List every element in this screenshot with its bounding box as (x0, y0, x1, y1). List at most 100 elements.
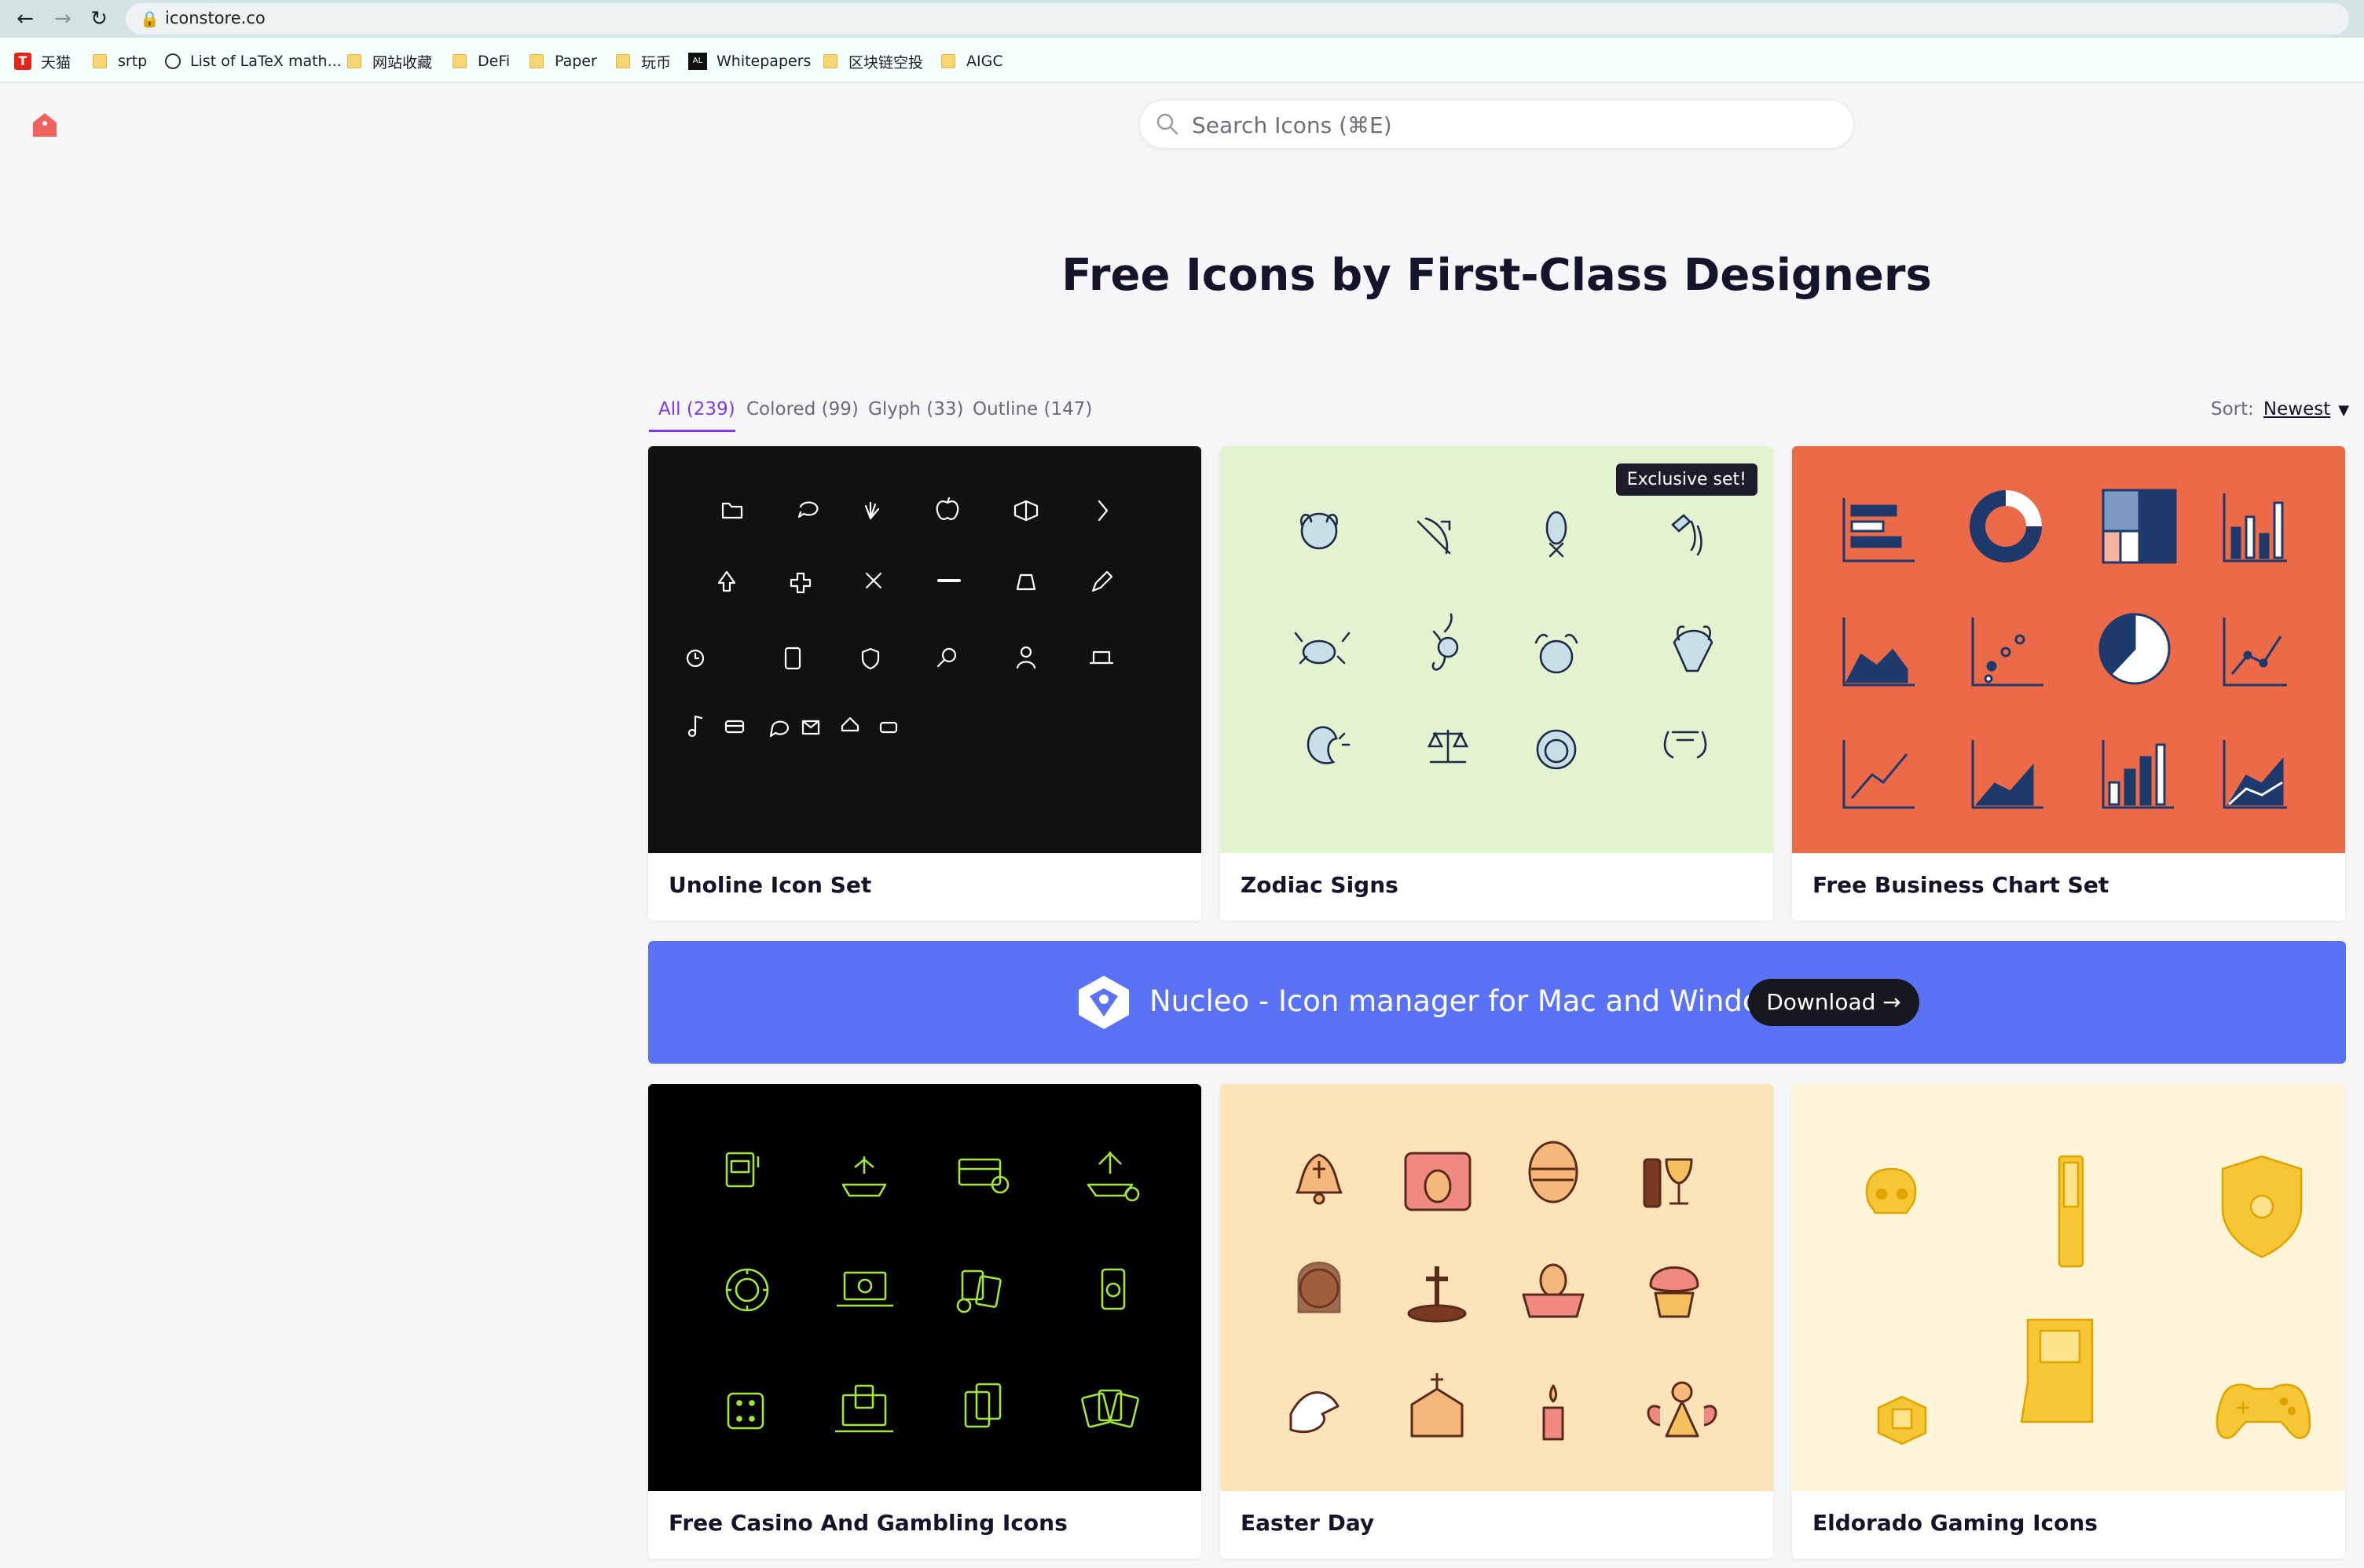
sort-value[interactable]: Newest (2263, 399, 2330, 419)
bookmark-tmall[interactable]: T 天猫 (14, 52, 71, 71)
icon-set-card[interactable]: Unoline Icon Set (648, 446, 1201, 921)
slot-machine-icon (725, 1152, 760, 1188)
address-url[interactable]: iconstore.co (165, 9, 266, 27)
phone-chip-icon (1101, 1268, 1126, 1310)
arcade-machine-icon (2020, 1318, 2094, 1423)
address-bar[interactable]: 🔒 iconstore.co (126, 3, 2349, 35)
search-placeholder: Search Icons (⌘E) (1192, 112, 1392, 138)
bookmark-whitepapers[interactable]: AL Whitepapers (688, 52, 811, 71)
chat-icon (797, 501, 819, 518)
sort-control[interactable]: Sort: Newest ▼ (2211, 399, 2349, 419)
card-title[interactable]: Zodiac Signs (1241, 872, 1398, 898)
tmall-icon: T (14, 53, 31, 70)
bookmark-defi[interactable]: DeFi (453, 52, 510, 71)
speech-bubble-icon (769, 720, 790, 738)
battery-icon (879, 721, 898, 734)
bookmark-sites[interactable]: 网站收藏 (347, 52, 432, 71)
card-preview[interactable] (648, 1084, 1201, 1491)
icon-set-card[interactable]: Free Casino And Gambling Icons (648, 1084, 1201, 1559)
card-preview[interactable]: Exclusive set! (1220, 446, 1773, 853)
download-button[interactable]: Download → (1748, 979, 1919, 1026)
bell-icon (1296, 1153, 1343, 1205)
tab-glyph[interactable]: Glyph (33) (868, 399, 964, 419)
card-preview[interactable] (1792, 446, 2345, 853)
folder-icon (453, 54, 467, 68)
area-line-icon (1971, 740, 2043, 809)
cards-deck-icon (964, 1383, 1002, 1428)
hand-icon (864, 501, 880, 520)
forward-icon[interactable]: → (49, 5, 77, 33)
tab-all[interactable]: All (239) (658, 399, 735, 419)
egg-basket-icon (1522, 1263, 1585, 1318)
nucleo-logo-icon (1079, 976, 1129, 1029)
cancer-icon (1294, 632, 1351, 665)
bookmark-coins[interactable]: 玩币 (616, 52, 671, 71)
phone-icon (784, 647, 801, 670)
al-icon: AL (688, 53, 707, 70)
tab-outline[interactable]: Outline (147) (973, 399, 1092, 419)
back-icon[interactable]: ← (11, 5, 39, 33)
user-icon (1020, 646, 1032, 658)
bookmark-paper[interactable]: Paper (530, 52, 597, 71)
folder-icon (347, 54, 361, 68)
tab-colored[interactable]: Colored (99) (746, 399, 859, 419)
card-preview[interactable] (1220, 1084, 1773, 1491)
poker-hand-icon (1081, 1389, 1139, 1428)
bookmark-srtp[interactable]: srtp (93, 52, 147, 71)
folder-icon (823, 54, 837, 68)
area-chart-icon (1842, 617, 1915, 687)
card-title[interactable]: Free Casino And Gambling Icons (669, 1510, 1068, 1536)
bookmarks-bar: T 天猫 srtp List of LaTeX math... 网站收藏 DeFi… (0, 38, 2364, 82)
dove-icon (1289, 1391, 1340, 1434)
card-title[interactable]: Eldorado Gaming Icons (1812, 1510, 2098, 1536)
folder-icon (616, 54, 630, 68)
credit-card-chip-icon (958, 1158, 1010, 1194)
mail-icon (801, 720, 820, 735)
libra-icon (1427, 729, 1469, 764)
card-preview[interactable] (1792, 1084, 2345, 1491)
yacht-icon (1087, 1152, 1140, 1202)
jesus-icon (1297, 1262, 1341, 1313)
apple-icon (936, 496, 959, 520)
plus-icon (790, 572, 812, 594)
laptop-casino-icon (837, 1271, 893, 1307)
bookmark-latex[interactable]: List of LaTeX math... (165, 52, 342, 71)
search-icon (1156, 113, 1178, 135)
treemap-icon (2102, 489, 2177, 564)
angel-icon (1647, 1381, 1717, 1438)
browser-toolbar: ← → ↻ 🔒 iconstore.co (0, 0, 2364, 38)
search-input[interactable]: Search Icons (⌘E) (1139, 100, 1854, 148)
laptop-card-icon (835, 1384, 893, 1433)
card-preview[interactable] (648, 446, 1201, 853)
icon-set-card[interactable]: Exclusive set! Zodiac Signs (1220, 446, 1773, 921)
column-chart-icon (2102, 740, 2174, 809)
icon-set-card[interactable]: Easter Day (1220, 1084, 1773, 1559)
pie-chart-icon (2098, 613, 2171, 685)
card-title[interactable]: Free Business Chart Set (1812, 872, 2109, 898)
calendar-egg-icon (1404, 1152, 1472, 1211)
nucleo-banner[interactable]: Nucleo - Icon manager for Mac and Window… (648, 941, 2346, 1064)
shield-icon (861, 647, 880, 670)
coin-icon (1877, 1395, 1927, 1445)
icon-set-card[interactable]: Eldorado Gaming Icons (1792, 1084, 2345, 1559)
bookmark-airdrop[interactable]: 区块链空投 (823, 52, 923, 71)
bookmark-aigc[interactable]: AIGC (941, 52, 1003, 71)
caret-down-icon[interactable]: ▼ (2338, 402, 2349, 419)
roulette-chip-icon (725, 1268, 769, 1312)
virgo-icon (1307, 726, 1351, 764)
chevron-right-icon (1098, 500, 1109, 522)
laptop-icon (1089, 650, 1114, 665)
home-icon (841, 716, 859, 732)
iconstore-logo-icon[interactable] (30, 110, 60, 140)
close-icon (865, 572, 882, 589)
card-title[interactable]: Unoline Icon Set (669, 872, 871, 898)
icon-set-card[interactable]: Free Business Chart Set (1792, 446, 2345, 921)
bar-chart-horizontal-icon (1842, 498, 1915, 562)
stacked-area-icon (2223, 740, 2287, 809)
card-title[interactable]: Easter Day (1241, 1510, 1374, 1536)
reload-icon[interactable]: ↻ (85, 5, 113, 33)
pisces-icon (1545, 511, 1567, 558)
trash-icon (1016, 573, 1036, 591)
taurus-icon (1534, 633, 1578, 674)
banner-text: Nucleo - Icon manager for Mac and Window… (1149, 984, 1800, 1018)
